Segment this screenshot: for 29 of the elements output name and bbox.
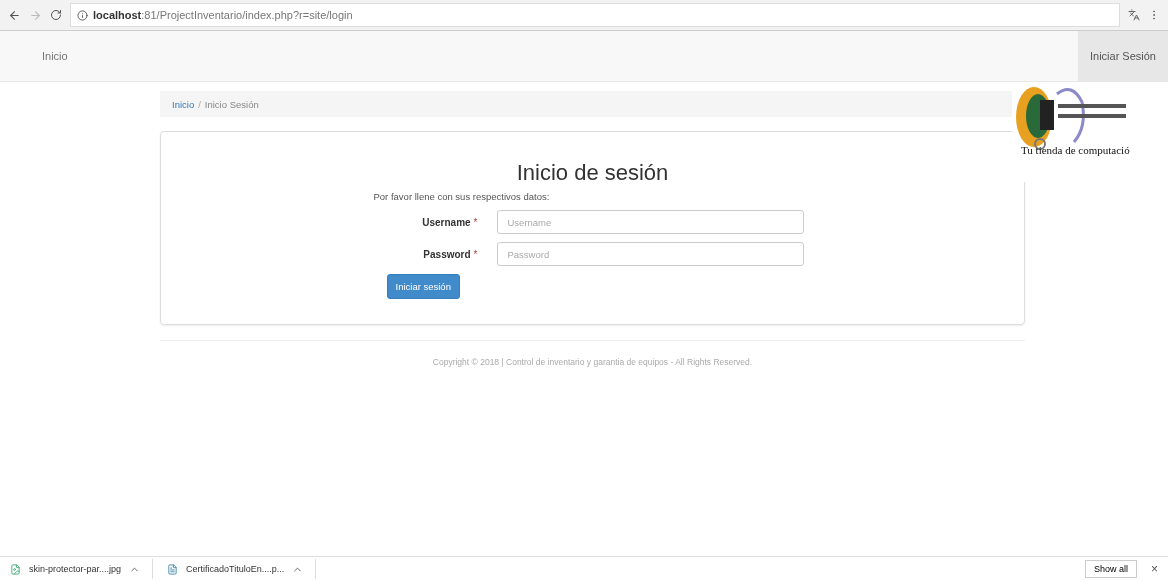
address-bar[interactable]: localhost:81/ProjectInventario/index.php?r=site/login xyxy=(70,3,1120,27)
breadcrumb-separator: / xyxy=(198,98,201,110)
document-file-icon xyxy=(167,563,179,575)
field-label: Password xyxy=(423,248,471,260)
input-field[interactable]: Username xyxy=(496,210,804,234)
copyright-text: Copyright © 2018 | Control de inventario y garantia de equipos - All Rights Reserved. xyxy=(431,357,754,367)
required-mark: * xyxy=(473,216,478,228)
download-item[interactable]: CertificadoTituloEn....p... xyxy=(163,559,317,579)
back-icon[interactable] xyxy=(8,8,21,22)
submit-button[interactable]: Iniciar sesión xyxy=(386,274,460,299)
intro-text: Por favor llene con sus respectivos datos: xyxy=(373,191,551,202)
current-page-label: Inicio Sesión xyxy=(204,98,259,110)
logo-tagline: Tu tienda de computació xyxy=(1021,144,1131,156)
required-mark: * xyxy=(473,248,478,260)
login-title: Inicio de sesión xyxy=(516,160,669,186)
breadcrumb-link[interactable]: Inicio xyxy=(172,98,195,110)
reload-icon[interactable] xyxy=(50,9,62,21)
translate-icon[interactable] xyxy=(1128,9,1140,21)
file-name: CertificadoTituloEn....p... xyxy=(186,564,285,574)
download-item[interactable]: skin-protector-par....jpg xyxy=(6,559,154,579)
image-file-icon xyxy=(10,563,21,575)
brand-link[interactable]: Inicio xyxy=(0,31,110,81)
close-button[interactable]: × xyxy=(1147,562,1162,576)
login-link[interactable]: Iniciar Sesión xyxy=(1077,31,1168,81)
input-field[interactable]: Password xyxy=(496,242,804,266)
field-label: Username xyxy=(422,216,471,228)
info-icon[interactable] xyxy=(77,9,88,21)
show-all-button[interactable]: Show all xyxy=(1084,560,1137,578)
file-name: skin-protector-par....jpg xyxy=(29,564,122,574)
